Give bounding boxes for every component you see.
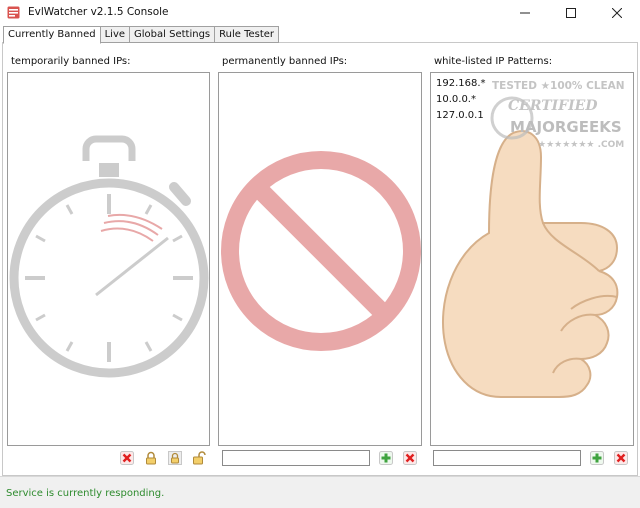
remove-icon (403, 451, 417, 465)
whitelist-label: white-listed IP Patterns: (434, 56, 553, 67)
add-icon (590, 451, 604, 465)
maximize-button[interactable] (548, 0, 594, 26)
tab-strip: Currently Banned Live Global Settings Ru… (3, 26, 280, 44)
remove-temporary-button[interactable] (119, 450, 135, 466)
lock-icon (168, 451, 182, 465)
title-bar: EvlWatcher v2.1.5 Console (0, 0, 640, 26)
window-title: EvlWatcher v2.1.5 Console (28, 6, 169, 18)
minimize-icon (520, 12, 530, 14)
add-permanent-button[interactable] (378, 450, 394, 466)
close-icon (612, 8, 622, 18)
tab-live[interactable]: Live (100, 26, 131, 43)
watermark-line1: TESTED ★100% CLEAN (492, 80, 625, 92)
remove-whitelist-button[interactable] (613, 450, 629, 466)
whitelist-item[interactable]: 127.0.0.1 (436, 110, 484, 121)
watermark-line3: MAJORGEEKS (510, 118, 622, 136)
status-bar: Service is currently responding. (0, 476, 640, 508)
unlock-icon (193, 451, 206, 465)
status-text: Service is currently responding. (6, 488, 165, 499)
remove-icon (120, 451, 134, 465)
watermark-line2: CERTIFIED (508, 98, 598, 114)
tab-rule-tester[interactable]: Rule Tester (215, 26, 280, 43)
maximize-icon (566, 8, 576, 18)
temporary-banned-label: temporarily banned IPs: (11, 56, 131, 67)
prohibited-icon (221, 151, 421, 351)
whitelist-item[interactable]: 10.0.0.* (436, 94, 476, 105)
lock-all-button[interactable] (167, 450, 183, 466)
minimize-button[interactable] (502, 0, 548, 26)
whitelist-pattern-input[interactable] (433, 450, 581, 466)
majorgeeks-watermark: TESTED ★100% CLEAN CERTIFIED MAJORGEEKS … (490, 78, 630, 158)
temporary-banned-list[interactable] (7, 72, 210, 446)
remove-icon (614, 451, 628, 465)
ban-permanently-button[interactable] (143, 450, 159, 466)
permanent-ip-input[interactable] (222, 450, 370, 466)
lock-icon (146, 451, 156, 465)
tab-currently-banned[interactable]: Currently Banned (3, 26, 101, 44)
permanent-banned-list[interactable] (218, 72, 422, 446)
tab-global-settings[interactable]: Global Settings (130, 26, 216, 43)
watermark-line4: ★★★★★★★ .COM (538, 140, 625, 150)
permanent-banned-label: permanently banned IPs: (222, 56, 348, 67)
whitelist-item[interactable]: 192.168.* (436, 78, 486, 89)
unlock-button[interactable] (191, 450, 207, 466)
add-whitelist-button[interactable] (589, 450, 605, 466)
stopwatch-icon (9, 135, 209, 378)
app-window-icon (7, 6, 20, 19)
remove-permanent-button[interactable] (402, 450, 418, 466)
add-icon (379, 451, 393, 465)
close-button[interactable] (594, 0, 640, 26)
